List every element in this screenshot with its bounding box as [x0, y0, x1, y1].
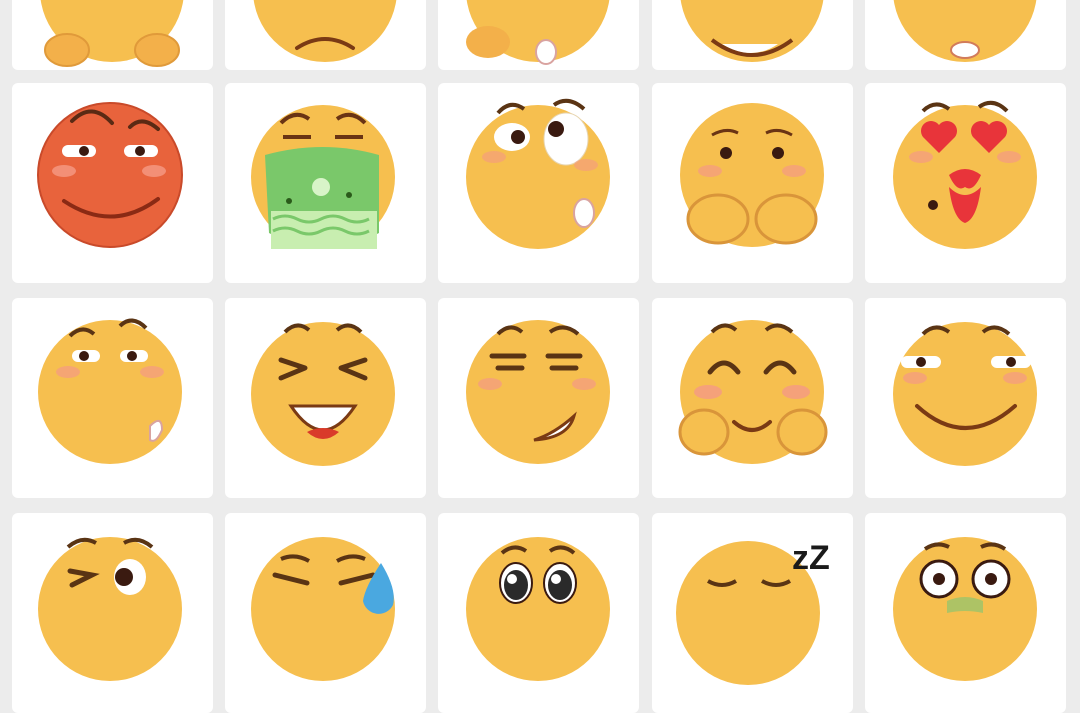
blush-emoji[interactable] [652, 298, 853, 498]
emoji-sticker-grid: zZ [0, 0, 1080, 713]
laugh-emoji[interactable] [225, 298, 426, 498]
kiss-emoji[interactable] [865, 83, 1066, 283]
smirk-emoji[interactable] [12, 298, 213, 498]
grin-emoji[interactable] [652, 0, 853, 70]
facepalm-emoji[interactable] [438, 0, 639, 70]
smug-emoji[interactable] [438, 298, 639, 498]
shocked-emoji[interactable] [865, 513, 1066, 713]
slight-smile-emoji[interactable] [865, 298, 1066, 498]
wink-emoji[interactable] [12, 513, 213, 713]
clap-emoji[interactable] [12, 0, 213, 70]
sweat-emoji[interactable] [225, 513, 426, 713]
side-eye-emoji[interactable] [438, 83, 639, 283]
sleep-emoji[interactable]: zZ [652, 513, 853, 713]
sleep-zz-label: zZ [792, 539, 830, 577]
sad-emoji[interactable] [225, 0, 426, 70]
sneer-emoji[interactable] [12, 83, 213, 283]
shy-emoji[interactable] [652, 83, 853, 283]
wow-emoji[interactable] [865, 0, 1066, 70]
vomit-emoji[interactable] [225, 83, 426, 283]
puppy-eyes-emoji[interactable] [438, 513, 639, 713]
